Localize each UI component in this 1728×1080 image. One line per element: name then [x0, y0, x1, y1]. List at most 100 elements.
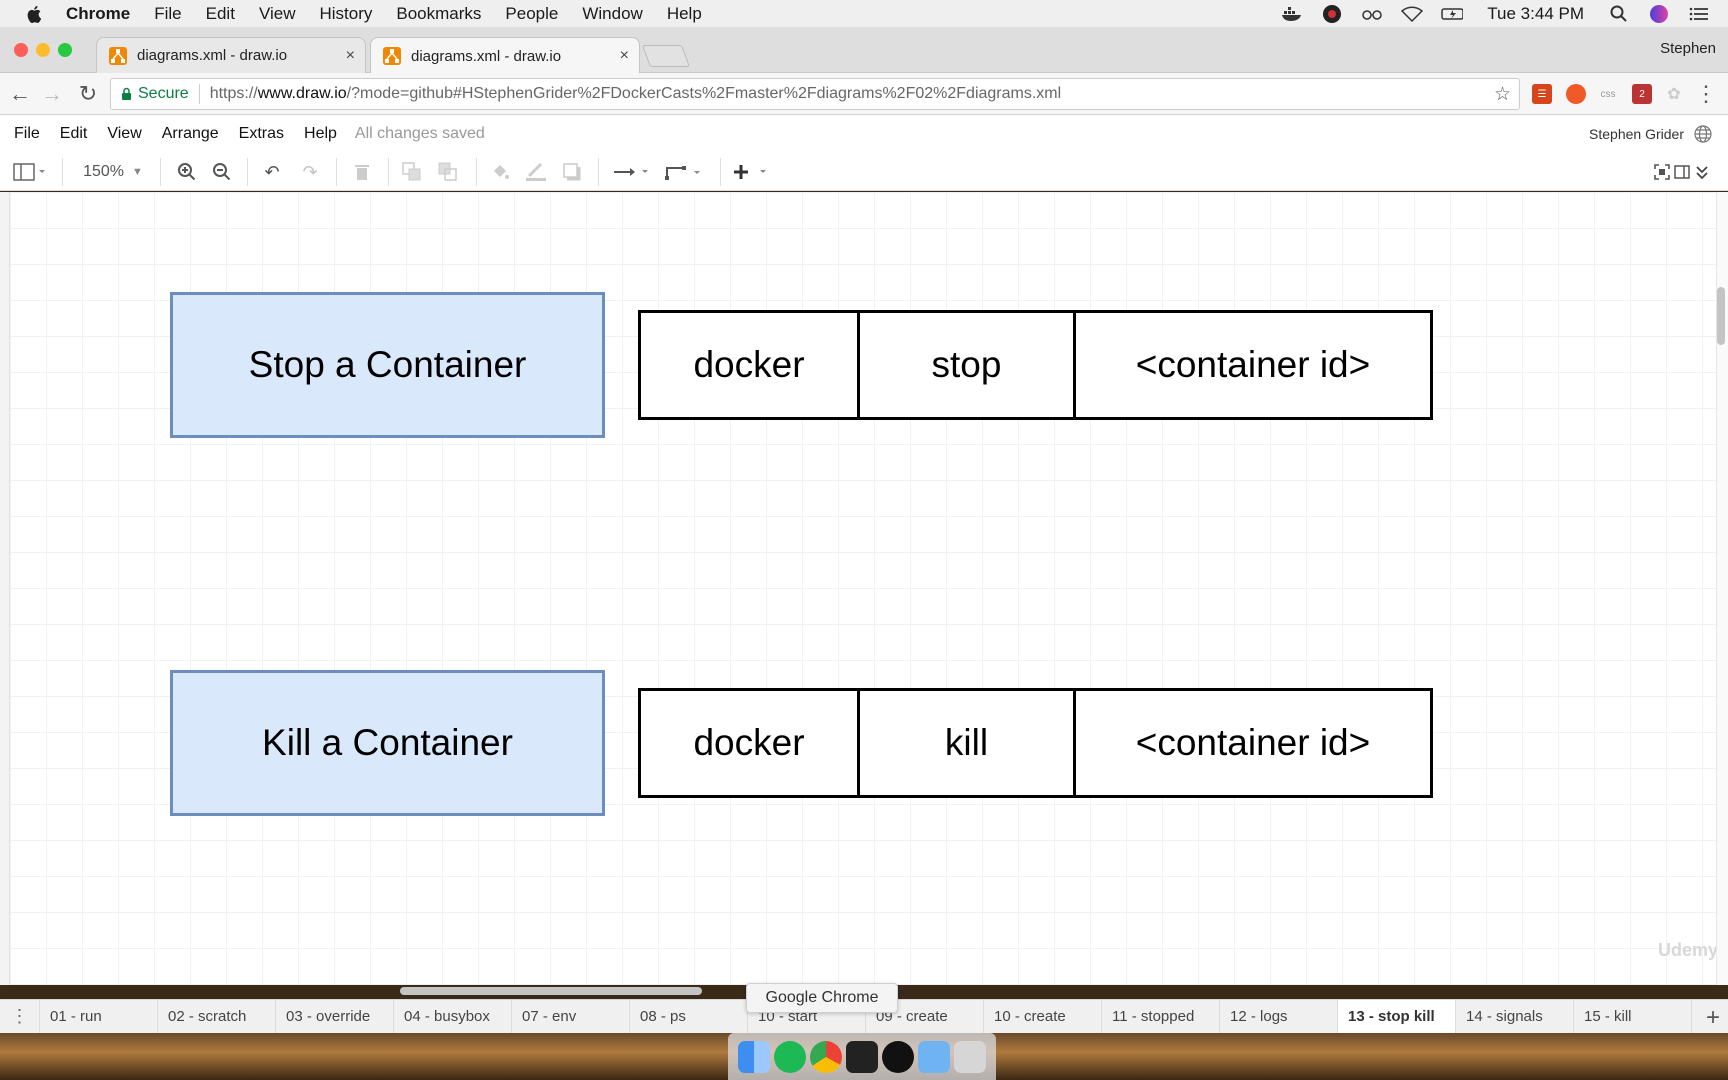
vertical-scroll-thumb[interactable]: [1717, 287, 1725, 345]
back-arrow-icon[interactable]: ←: [8, 81, 32, 106]
profile-name[interactable]: Stephen: [1660, 40, 1716, 57]
fill-color-icon[interactable]: [488, 161, 512, 183]
obs-dock-icon[interactable]: [882, 1040, 914, 1073]
glasses-icon[interactable]: [1361, 5, 1383, 23]
tab-close-icon[interactable]: ×: [620, 47, 629, 65]
menu-history[interactable]: History: [319, 4, 372, 24]
undo-icon[interactable]: ↶: [260, 161, 284, 183]
new-tab-button[interactable]: [641, 45, 691, 67]
diagram-canvas[interactable]: Stop a Container docker stop <container …: [10, 192, 1716, 1080]
add-page-icon[interactable]: +: [1706, 1004, 1720, 1032]
extension-icon-2[interactable]: [1566, 84, 1586, 104]
page-tab[interactable]: 11 - stopped: [1102, 999, 1220, 1034]
command-cell-docker[interactable]: docker: [641, 313, 857, 417]
obs-icon[interactable]: [1321, 4, 1343, 23]
command-cell-stop[interactable]: stop: [857, 313, 1073, 417]
menu-people[interactable]: People: [505, 4, 558, 24]
zoom-in-icon[interactable]: [175, 161, 199, 183]
drawio-menu-arrange[interactable]: Arrange: [162, 125, 219, 143]
bookmark-star-icon[interactable]: ☆: [1494, 83, 1511, 106]
insert-plus-icon[interactable]: [732, 161, 772, 183]
zoom-window-button[interactable]: [58, 43, 72, 57]
stop-command-table[interactable]: docker stop <container id>: [638, 310, 1433, 420]
kill-command-table[interactable]: docker kill <container id>: [638, 688, 1433, 798]
minimize-window-button[interactable]: [36, 43, 50, 57]
trash-icon[interactable]: [954, 1040, 986, 1073]
command-cell-container-id[interactable]: <container id>: [1073, 691, 1430, 795]
drawio-menu-view[interactable]: View: [107, 125, 141, 143]
line-color-icon[interactable]: [524, 161, 548, 183]
zoom-out-icon[interactable]: [210, 161, 234, 183]
fullscreen-icon[interactable]: [1652, 161, 1672, 183]
page-tab[interactable]: 07 - env: [512, 999, 630, 1034]
page-tab[interactable]: 15 - kill: [1574, 999, 1692, 1034]
menu-help[interactable]: Help: [667, 4, 702, 24]
menu-window[interactable]: Window: [582, 4, 642, 24]
css-extension-icon[interactable]: css: [1598, 84, 1618, 104]
menu-bookmarks[interactable]: Bookmarks: [396, 4, 481, 24]
command-cell-kill[interactable]: kill: [857, 691, 1073, 795]
command-cell-container-id[interactable]: <container id>: [1073, 313, 1430, 417]
page-tab[interactable]: 10 - create: [984, 999, 1102, 1034]
spotlight-search-icon[interactable]: [1608, 5, 1630, 23]
docker-icon[interactable]: [1281, 5, 1303, 23]
chrome-icon[interactable]: [810, 1040, 842, 1073]
page-tab[interactable]: 01 - run: [40, 999, 158, 1034]
extension-icon-4[interactable]: 2: [1632, 84, 1652, 104]
extension-icon-1[interactable]: ☰: [1532, 84, 1552, 104]
delete-icon[interactable]: [350, 161, 374, 183]
redo-icon[interactable]: ↷: [298, 161, 322, 183]
spotify-icon[interactable]: [774, 1040, 806, 1073]
zoom-select[interactable]: 150% ▼: [78, 161, 148, 183]
close-window-button[interactable]: [14, 43, 28, 57]
apple-icon[interactable]: [24, 4, 46, 24]
notification-center-icon[interactable]: [1688, 5, 1710, 23]
tab-close-icon[interactable]: ×: [346, 47, 355, 65]
drawio-menu-edit[interactable]: Edit: [60, 125, 88, 143]
extension-icon-5[interactable]: ✿: [1664, 84, 1684, 104]
wifi-icon[interactable]: [1401, 5, 1424, 23]
browser-tab-1[interactable]: diagrams.xml - draw.io ×: [96, 37, 366, 73]
chrome-menu-icon[interactable]: ⋮: [1694, 81, 1718, 106]
page-tab[interactable]: 04 - busybox: [394, 999, 512, 1034]
page-tab[interactable]: 12 - logs: [1220, 999, 1338, 1034]
drawio-menu-extras[interactable]: Extras: [239, 125, 284, 143]
finder-icon[interactable]: [738, 1040, 770, 1073]
page-tab[interactable]: 03 - override: [276, 999, 394, 1034]
forward-arrow-icon[interactable]: →: [40, 81, 64, 106]
menubar-clock[interactable]: Tue 3:44 PM: [1487, 4, 1584, 24]
battery-icon[interactable]: [1441, 5, 1464, 23]
kill-container-shape[interactable]: Kill a Container: [170, 670, 605, 816]
left-panel-gutter[interactable]: [0, 192, 10, 985]
collapse-chevron-icon[interactable]: [1692, 161, 1712, 183]
page-tab-active[interactable]: 13 - stop kill: [1338, 999, 1456, 1034]
stop-container-shape[interactable]: Stop a Container: [170, 292, 605, 438]
drawio-menu-file[interactable]: File: [14, 125, 40, 143]
globe-icon[interactable]: [1694, 125, 1712, 143]
format-panel-toggle-icon[interactable]: [10, 161, 50, 183]
reload-icon[interactable]: ↻: [76, 81, 100, 106]
menu-view[interactable]: View: [259, 4, 296, 24]
folder-icon[interactable]: [918, 1040, 950, 1073]
omnibox[interactable]: Secure https:// www.draw.io /?mode=githu…: [110, 78, 1520, 110]
command-cell-docker[interactable]: docker: [641, 691, 857, 795]
toggle-panel-icon[interactable]: [1672, 161, 1692, 183]
to-front-icon[interactable]: [400, 161, 424, 183]
menu-file[interactable]: File: [154, 4, 181, 24]
page-tab[interactable]: 08 - ps: [630, 999, 748, 1034]
to-back-icon[interactable]: [436, 161, 460, 183]
waypoint-style-icon[interactable]: [664, 161, 704, 183]
terminal-icon[interactable]: [846, 1040, 878, 1073]
browser-tab-2-active[interactable]: diagrams.xml - draw.io ×: [370, 37, 640, 74]
page-tab[interactable]: 02 - scratch: [158, 999, 276, 1034]
shadow-icon[interactable]: [560, 161, 584, 183]
menu-edit[interactable]: Edit: [206, 4, 235, 24]
page-tab[interactable]: 14 - signals: [1456, 999, 1574, 1034]
drawio-user-menu[interactable]: Stephen Grider: [1589, 126, 1684, 142]
connection-style-icon[interactable]: [612, 161, 652, 183]
siri-icon[interactable]: [1648, 4, 1670, 23]
pages-menu-icon[interactable]: ⋮: [0, 999, 40, 1034]
secure-indicator[interactable]: Secure: [121, 85, 189, 103]
horizontal-scroll-thumb[interactable]: [400, 987, 702, 995]
drawio-menu-help[interactable]: Help: [304, 125, 337, 143]
